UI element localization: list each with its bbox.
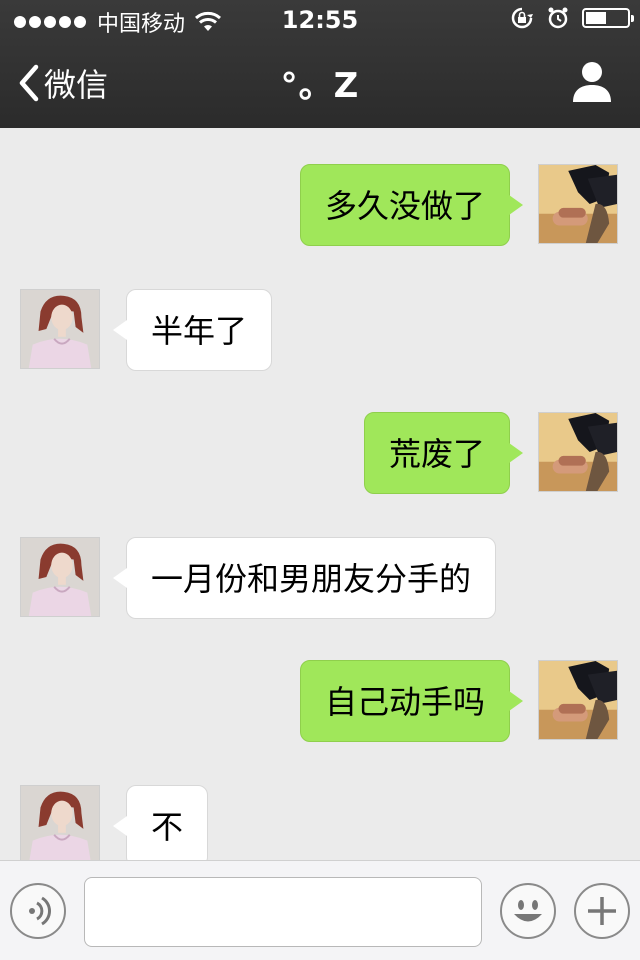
top-bar: 中国移动 12:55 微信 °。Z	[0, 0, 640, 128]
voice-button[interactable]	[10, 883, 66, 939]
status-right	[510, 6, 634, 30]
outgoing-message: 多久没做了	[0, 164, 640, 248]
message-bubble[interactable]: 不	[112, 785, 209, 860]
chat-area[interactable]: 多久没做了 半年了荒废了一月份和男朋友分手的自己动手吗不	[0, 128, 640, 860]
contact-avatar[interactable]	[20, 289, 100, 369]
plus-icon	[588, 897, 616, 925]
nav-bar: 微信 °。Z	[0, 40, 640, 128]
incoming-message: 半年了	[0, 289, 640, 373]
battery-level	[586, 12, 606, 24]
message-bubble[interactable]: 多久没做了	[299, 164, 524, 246]
contact-avatar[interactable]	[20, 785, 100, 860]
plus-button[interactable]	[574, 883, 630, 939]
message-bubble[interactable]: 荒废了	[363, 412, 524, 494]
contact-avatar[interactable]	[20, 537, 100, 617]
chat-title: °。Z	[280, 66, 360, 106]
message-input[interactable]	[84, 877, 482, 947]
my-avatar[interactable]	[538, 660, 618, 740]
voice-icon	[29, 896, 52, 926]
battery-icon	[582, 8, 634, 28]
alarm-icon	[548, 7, 568, 29]
smiley-icon	[514, 900, 542, 922]
emoji-button[interactable]	[500, 883, 556, 939]
incoming-message: 不	[0, 785, 640, 860]
incoming-message: 一月份和男朋友分手的	[0, 537, 640, 621]
my-avatar[interactable]	[538, 412, 618, 492]
input-bar	[0, 860, 640, 960]
rotation-lock-icon	[511, 7, 533, 29]
outgoing-message: 荒废了	[0, 412, 640, 496]
message-bubble[interactable]: 自己动手吗	[299, 660, 524, 742]
message-bubble[interactable]: 半年了	[112, 289, 273, 371]
message-bubble[interactable]: 一月份和男朋友分手的	[112, 537, 497, 619]
profile-button[interactable]	[572, 60, 612, 104]
my-avatar[interactable]	[538, 164, 618, 244]
outgoing-message: 自己动手吗	[0, 660, 640, 744]
status-bar: 中国移动 12:55	[0, 0, 640, 40]
